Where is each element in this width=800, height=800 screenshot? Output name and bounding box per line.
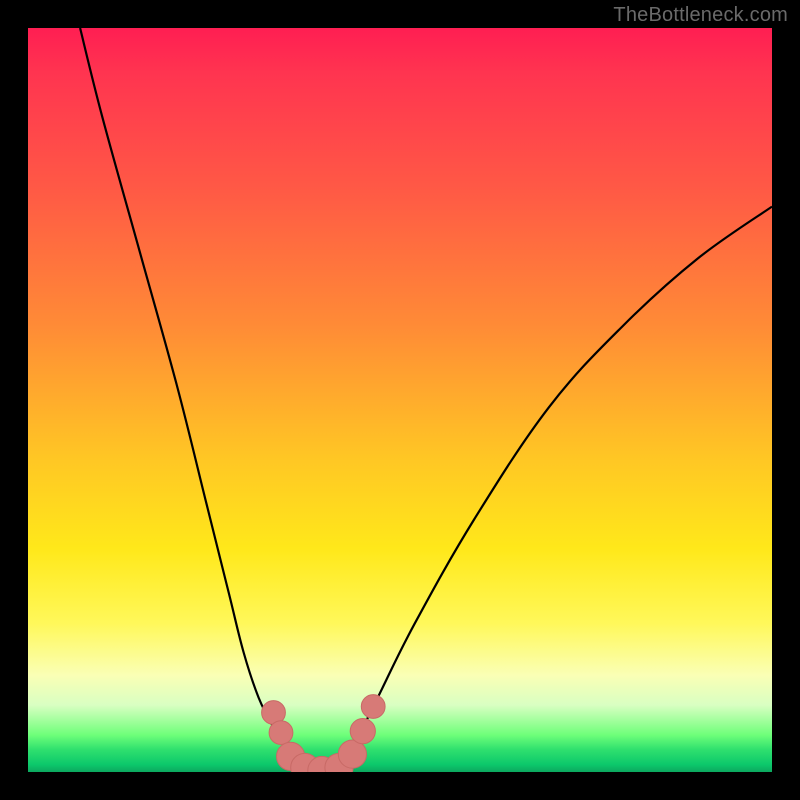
bead-right-upper xyxy=(361,695,385,719)
right-curve xyxy=(326,207,772,772)
bead-right-lower xyxy=(338,740,366,768)
curve-group xyxy=(80,28,772,772)
plot-area xyxy=(28,28,772,772)
bead-right-mid xyxy=(350,719,375,744)
bead-left-mid xyxy=(269,721,293,745)
watermark-text: TheBottleneck.com xyxy=(613,4,788,27)
chart-svg xyxy=(28,28,772,772)
left-curve xyxy=(80,28,326,772)
frame: TheBottleneck.com xyxy=(0,0,800,800)
bead-group xyxy=(262,695,386,772)
